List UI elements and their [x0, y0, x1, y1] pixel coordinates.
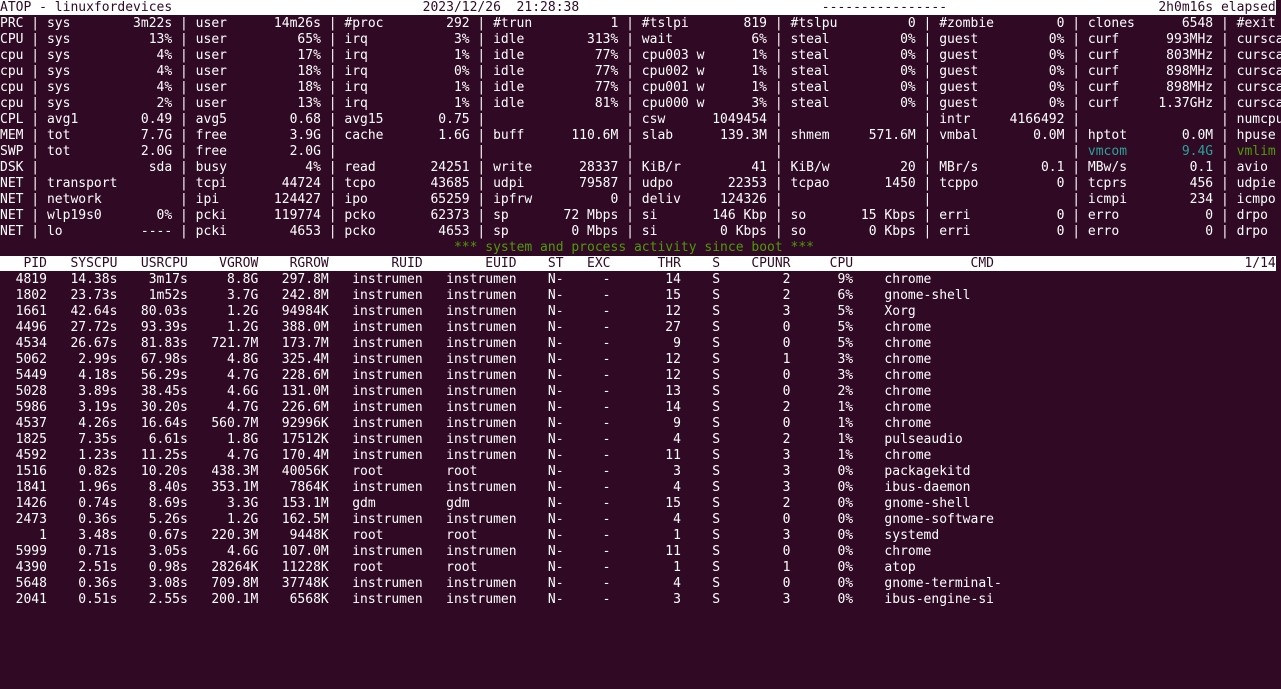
atop-terminal: ATOP - linuxfordevices 2023/12/26 21:28:…: [0, 0, 1281, 608]
